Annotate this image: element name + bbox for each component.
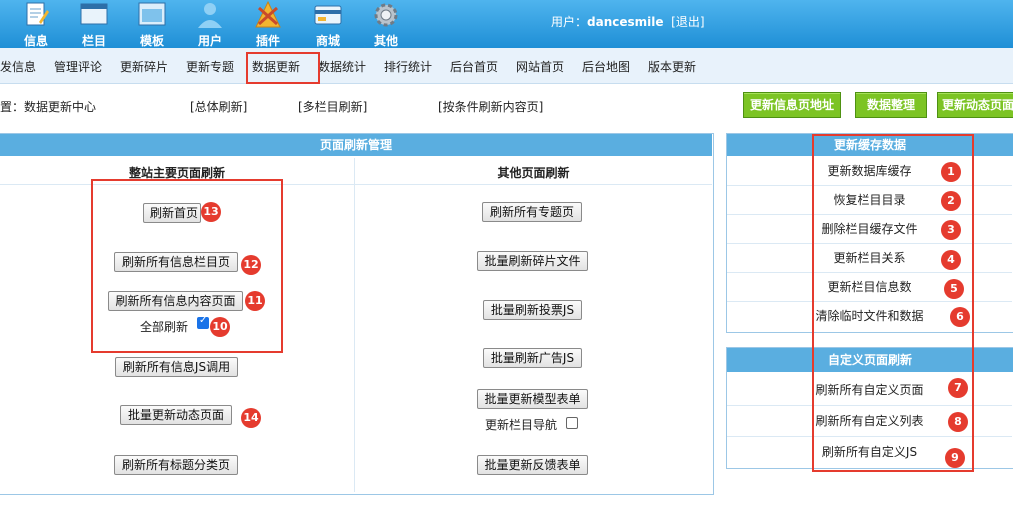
menu-item-site-home[interactable]: 网站首页 [516,58,564,75]
step-badge: 8 [948,412,968,432]
multi-column-refresh-link[interactable]: [多栏目刷新] [298,98,367,115]
menu-item-statistics[interactable]: 数据统计 [318,58,366,75]
menu-item-fragments[interactable]: 更新碎片 [120,58,168,75]
step-badge: 4 [941,250,961,270]
menu-item-ranking[interactable]: 排行统计 [384,58,432,75]
step-badge: 14 [241,408,261,428]
menu-item-comments[interactable]: 管理评论 [54,58,102,75]
data-tidy-button[interactable]: 数据整理 [855,92,927,118]
plugin-tools-icon [255,0,281,28]
toolbar-item-label: 插件 [255,34,280,48]
username: dancesmile [587,15,664,29]
column-divider [354,158,355,492]
user-info: 用户：dancesmile [退出] [551,13,705,30]
update-nav-label: 更新栏目导航 [485,418,558,432]
update-nav-checkbox[interactable] [566,417,578,429]
gear-icon [374,3,398,27]
logout-link[interactable]: [退出] [671,15,704,29]
toolbar-item-template[interactable]: 模板 [124,0,180,49]
batch-refresh-fragments-button[interactable]: 批量刷新碎片文件 [477,251,588,271]
folder-window-icon [80,3,108,25]
step-badge: 3 [941,220,961,240]
user-label: 用户： [551,15,588,29]
update-info-url-button[interactable]: 更新信息页地址 [743,92,841,118]
toolbar-item-label: 用户 [197,34,222,48]
menu-item-publish[interactable]: 发信息 [0,58,36,75]
refresh-topic-pages-button[interactable]: 刷新所有专题页 [482,202,582,222]
step-badge: 9 [945,448,965,468]
step-badge: 7 [948,378,968,398]
menu-item-topics[interactable]: 更新专题 [186,58,234,75]
other-pages-title: 其他页面刷新 [497,166,570,180]
refresh-js-calls-button[interactable]: 刷新所有信息JS调用 [115,357,238,377]
batch-update-model-form-button[interactable]: 批量更新模型表单 [477,389,588,409]
page-refresh-title: 页面刷新管理 [0,134,712,156]
menu-item-admin-home[interactable]: 后台首页 [450,58,498,75]
step-badge: 2 [941,191,961,211]
batch-update-feedback-form-button[interactable]: 批量更新反馈表单 [477,455,588,475]
batch-refresh-ad-js-button[interactable]: 批量刷新广告JS [483,348,582,368]
step-badge: 12 [241,255,261,275]
step-badge: 13 [201,202,221,222]
step-badge: 5 [944,279,964,299]
step-badge: 11 [245,291,265,311]
menu-item-admin-map[interactable]: 后台地图 [582,58,630,75]
toolbar-item-label: 模板 [139,34,164,48]
toolbar-item-info[interactable]: 信息 [8,0,64,49]
top-toolbar: 信息 栏目 模板 用户 插件 商城 其他 用户：dancesmile [退出] [0,0,1013,48]
toolbar-item-label: 其他 [373,34,398,48]
template-window-icon [138,2,166,26]
menu-bar: 发信息 管理评论 更新碎片 更新专题 数据更新 数据统计 排行统计 后台首页 网… [0,48,1013,84]
step-badge: 6 [950,307,970,327]
batch-refresh-vote-js-button[interactable]: 批量刷新投票JS [483,300,582,320]
refresh-title-category-button[interactable]: 刷新所有标题分类页 [114,455,238,475]
toolbar-item-column[interactable]: 栏目 [66,0,122,49]
shop-card-icon [314,5,342,25]
overall-refresh-link[interactable]: [总体刷新] [190,98,247,115]
step-badge: 1 [941,162,961,182]
toolbar-item-other[interactable]: 其他 [358,0,414,49]
conditional-refresh-link[interactable]: [按条件刷新内容页] [438,98,543,115]
batch-update-dynamic-button[interactable]: 批量更新动态页面 [120,405,232,425]
user-icon [198,3,222,28]
toolbar-item-label: 商城 [315,34,340,48]
toolbar-item-label: 栏目 [81,34,106,48]
menu-item-version-update[interactable]: 版本更新 [648,58,696,75]
update-dynamic-pages-button[interactable]: 更新动态页面 [937,92,1013,118]
highlight-box-menu [246,52,320,84]
document-edit-icon [26,2,49,26]
toolbar-item-shop[interactable]: 商城 [300,0,356,49]
toolbar-item-plugin[interactable]: 插件 [240,0,296,49]
toolbar-item-label: 信息 [23,34,48,48]
toolbar-item-user[interactable]: 用户 [182,0,238,49]
step-badge: 10 [210,317,230,337]
breadcrumb: 置：数据更新中心 [0,100,97,114]
